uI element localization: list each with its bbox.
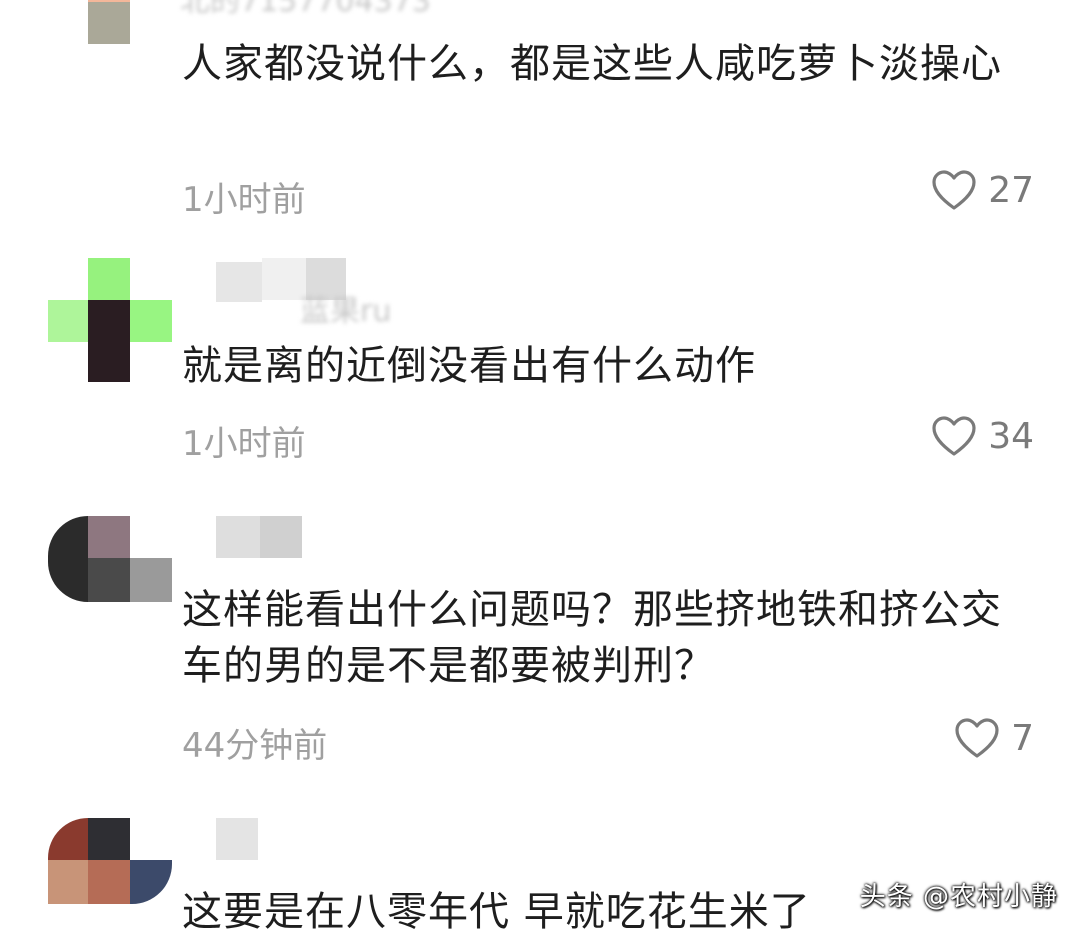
- username-mosaic: [216, 262, 262, 302]
- heart-outline-icon: [953, 716, 1001, 760]
- like-button[interactable]: 34: [930, 414, 1034, 458]
- comment-text: 这样能看出什么问题吗？那些挤地铁和挤公交车的男的是不是都要被判刑？: [182, 587, 1002, 689]
- comment-text: 人家都没说什么，都是这些人咸吃萝卜淡操心: [182, 41, 1002, 87]
- comment-time: 44分钟前: [182, 726, 328, 766]
- avatar[interactable]: [48, 818, 172, 942]
- username-mosaic: [260, 516, 302, 558]
- like-count: 34: [988, 415, 1034, 457]
- like-button[interactable]: 27: [930, 168, 1034, 212]
- avatar[interactable]: [48, 258, 172, 382]
- heart-outline-icon: [930, 168, 978, 212]
- avatar[interactable]: [48, 0, 172, 84]
- like-count: 27: [988, 169, 1034, 211]
- comment-time: 1小时前: [182, 180, 306, 220]
- avatar[interactable]: [48, 516, 172, 640]
- watermark: 头条 @农村小静: [859, 882, 1058, 912]
- username-mosaic: [216, 516, 260, 558]
- username[interactable]: 蓝果ru: [300, 286, 391, 330]
- username-mosaic: [216, 818, 258, 860]
- username[interactable]: 北的7157704373: [180, 0, 431, 20]
- comment-text: 就是离的近倒没看出有什么动作: [182, 343, 756, 389]
- like-button[interactable]: 7: [953, 716, 1034, 760]
- like-count: 7: [1011, 717, 1034, 759]
- comment-time: 1小时前: [182, 424, 306, 464]
- heart-outline-icon: [930, 414, 978, 458]
